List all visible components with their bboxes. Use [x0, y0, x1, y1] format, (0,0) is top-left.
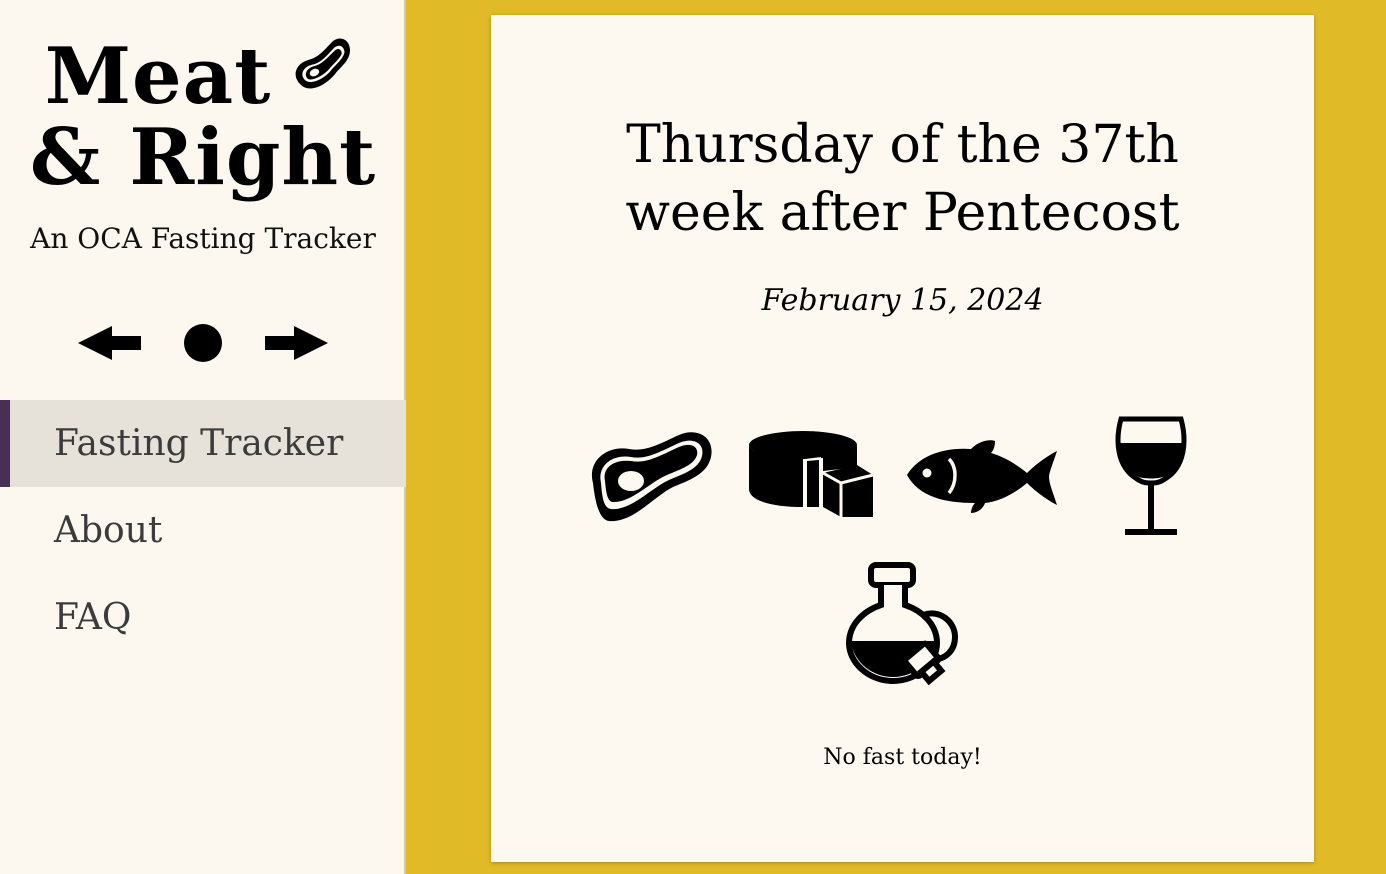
- main-menu: Fasting Tracker About FAQ: [0, 400, 406, 661]
- wine-icon: [1115, 416, 1187, 535]
- menu-item-faq[interactable]: FAQ: [0, 574, 406, 661]
- oil-icon: [845, 562, 959, 686]
- meat-icon: [591, 432, 712, 522]
- sidebar: Meat & Right An OCA Fasting Tracker Fast…: [0, 0, 406, 874]
- allowed-foods: [491, 413, 1314, 713]
- tagline: An OCA Fasting Tracker: [30, 222, 376, 255]
- circle-icon: [184, 324, 222, 362]
- date-navigation: [0, 318, 406, 368]
- day-title-line1: Thursday of the 37th: [626, 115, 1179, 175]
- day-title: Thursday of the 37th week after Pentecos…: [491, 111, 1314, 247]
- app-window: Meat & Right An OCA Fasting Tracker Fast…: [0, 0, 1386, 874]
- logo-word-meat: Meat: [44, 31, 272, 122]
- previous-day-button[interactable]: [76, 318, 144, 368]
- steak-icon: [295, 38, 351, 89]
- menu-item-about[interactable]: About: [0, 487, 406, 574]
- day-card: Thursday of the 37th week after Pentecos…: [491, 15, 1314, 862]
- day-date: February 15, 2024: [761, 283, 1044, 318]
- day-title-line2: week after Pentecost: [625, 183, 1180, 243]
- arrow-right-icon: [265, 326, 328, 360]
- fast-status: No fast today!: [823, 745, 982, 770]
- next-day-button[interactable]: [262, 318, 330, 368]
- logo-line1-row: Meat: [0, 36, 406, 118]
- arrow-left-icon: [78, 326, 141, 360]
- logo-word-right: & Right: [29, 112, 377, 203]
- logo[interactable]: Meat & Right: [0, 36, 406, 198]
- menu-item-fasting-tracker[interactable]: Fasting Tracker: [0, 400, 406, 487]
- today-button[interactable]: [181, 318, 225, 368]
- cheese-icon: [749, 431, 874, 517]
- fish-icon: [907, 440, 1057, 513]
